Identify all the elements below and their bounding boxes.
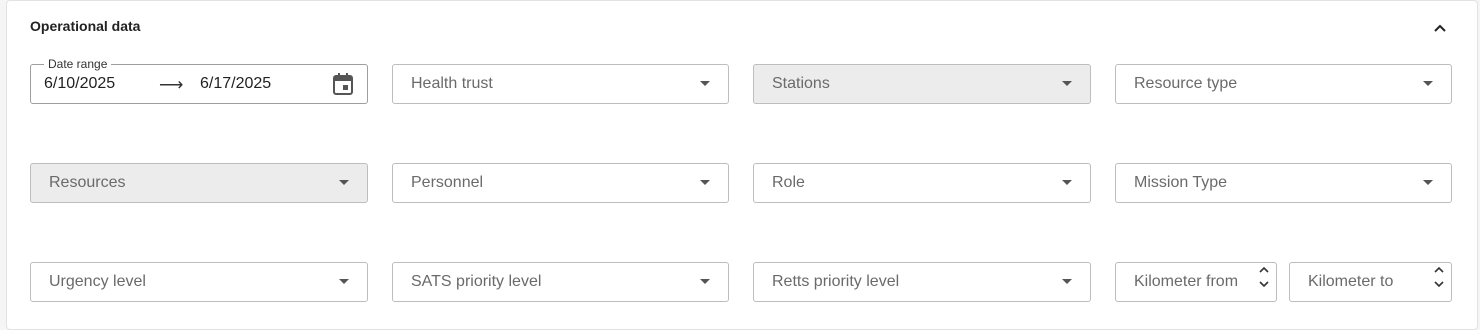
kilometer-from-placeholder: Kilometer from	[1134, 273, 1239, 290]
caret-down-icon	[339, 279, 349, 284]
sats-priority-level-placeholder: SATS priority level	[411, 273, 542, 290]
number-stepper[interactable]	[1259, 266, 1269, 288]
number-stepper[interactable]	[1434, 266, 1444, 288]
resource-type-select[interactable]: Resource type	[1115, 64, 1452, 104]
caret-down-icon	[700, 81, 710, 86]
kilometer-from-input[interactable]: Kilometer from	[1115, 262, 1277, 302]
sats-priority-level-select[interactable]: SATS priority level	[392, 262, 729, 302]
caret-down-icon	[1062, 279, 1072, 284]
retts-priority-level-placeholder: Retts priority level	[772, 273, 900, 290]
health-trust-select[interactable]: Health trust	[392, 64, 729, 104]
caret-down-icon	[1423, 81, 1433, 86]
stepper-down-icon[interactable]	[1434, 280, 1444, 288]
role-select[interactable]: Role	[753, 163, 1091, 203]
stations-placeholder: Stations	[772, 75, 830, 92]
end-date-input[interactable]: 6/17/2025	[200, 75, 271, 93]
start-date-input[interactable]: 6/10/2025	[44, 75, 115, 93]
date-range-field[interactable]: Date range 6/10/2025 ⟶ 6/17/2025	[30, 57, 368, 104]
caret-down-icon	[700, 180, 710, 185]
stations-select: Stations	[753, 64, 1091, 104]
arrow-right-icon: ⟶	[159, 75, 184, 94]
mission-type-select[interactable]: Mission Type	[1115, 163, 1452, 203]
date-range-label: Date range	[44, 57, 112, 71]
urgency-level-select[interactable]: Urgency level	[30, 262, 368, 302]
health-trust-placeholder: Health trust	[411, 75, 493, 92]
kilometer-to-placeholder: Kilometer to	[1308, 273, 1394, 290]
resources-placeholder: Resources	[49, 174, 126, 191]
urgency-level-placeholder: Urgency level	[49, 273, 146, 290]
chevron-up-icon	[1434, 24, 1446, 32]
stepper-up-icon[interactable]	[1434, 266, 1444, 274]
kilometer-to-input[interactable]: Kilometer to	[1289, 262, 1452, 302]
resource-type-placeholder: Resource type	[1134, 75, 1238, 92]
resources-select: Resources	[30, 163, 368, 203]
role-placeholder: Role	[772, 174, 805, 191]
stepper-down-icon[interactable]	[1259, 280, 1269, 288]
caret-down-icon	[1062, 81, 1072, 86]
stepper-up-icon[interactable]	[1259, 266, 1269, 274]
retts-priority-level-select[interactable]: Retts priority level	[753, 262, 1091, 302]
calendar-icon[interactable]	[333, 73, 353, 100]
personnel-select[interactable]: Personnel	[392, 163, 729, 203]
caret-down-icon	[339, 180, 349, 185]
caret-down-icon	[700, 279, 710, 284]
collapse-button[interactable]	[1430, 18, 1450, 38]
mission-type-placeholder: Mission Type	[1134, 174, 1228, 191]
section-title: Operational data	[30, 18, 141, 34]
caret-down-icon	[1062, 180, 1072, 185]
caret-down-icon	[1423, 180, 1433, 185]
personnel-placeholder: Personnel	[411, 174, 484, 191]
